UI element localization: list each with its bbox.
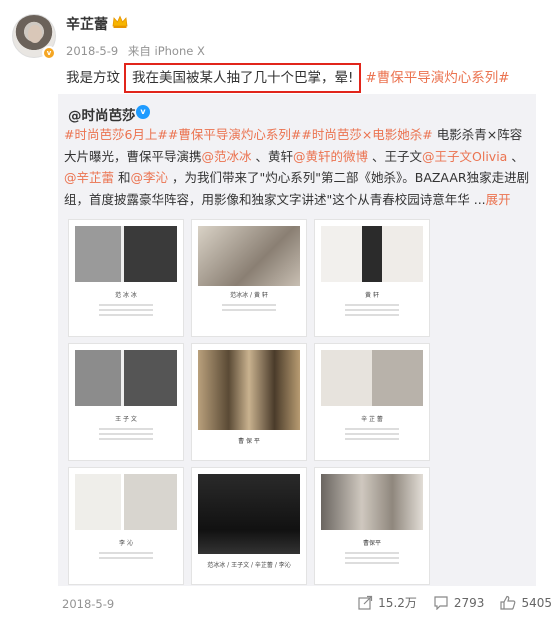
image-thumbnail[interactable]: 范冰冰 / 黄 轩: [191, 219, 307, 337]
image-thumbnail[interactable]: 王 子 文: [68, 343, 184, 461]
crown-icon: [112, 15, 128, 28]
repost-count: 15.2万: [378, 596, 417, 610]
repost-text-part: 和: [114, 170, 131, 185]
repost-badge-label: v: [140, 107, 146, 116]
mention-xinzhilei[interactable]: @辛芷蕾: [64, 170, 114, 185]
image-caption: 范 冰 冰: [115, 292, 137, 299]
text-lines: [345, 428, 399, 443]
line: [345, 433, 399, 435]
line: [99, 438, 153, 440]
avatar-face: [28, 25, 42, 43]
photo: [75, 226, 177, 282]
thumbs-up-icon: [500, 595, 516, 610]
image-caption: 范冰冰 / 王子文 / 辛芷蕾 / 李沁: [207, 562, 291, 569]
photo: [75, 350, 177, 406]
line: [345, 314, 399, 316]
image-thumbnail[interactable]: 黄 轩: [314, 219, 430, 337]
line: [99, 314, 153, 316]
repost-button[interactable]: 15.2万: [358, 594, 417, 611]
image-thumbnail[interactable]: 范 冰 冰: [68, 219, 184, 337]
image-caption: 王 子 文: [115, 416, 137, 423]
repost-text: #时尚芭莎6月上##曹保平导演灼心系列##时尚芭莎×电影她杀# 电影杀青×阵容大…: [64, 124, 534, 210]
image-thumbnail[interactable]: 曹 保 平: [191, 343, 307, 461]
repost-text-part: 、王子文: [368, 148, 423, 164]
repost-text-part: 、黄轩: [251, 148, 294, 164]
mention-huangxuan[interactable]: @黄轩的微博: [293, 149, 368, 164]
post-hashtag[interactable]: #曹保平导演灼心系列#: [365, 70, 509, 86]
line: [99, 309, 153, 311]
share-icon: [358, 595, 373, 610]
image-caption: 曹 保 平: [238, 438, 260, 445]
line: [345, 428, 399, 430]
line: [345, 304, 399, 306]
photo: [198, 474, 300, 554]
comment-icon: [434, 596, 448, 610]
text-lines: [99, 552, 153, 562]
post-text-start: 我是方玟: [66, 70, 120, 86]
mention-fanbingbing[interactable]: @范冰冰: [202, 149, 252, 164]
line: [345, 562, 399, 564]
text-lines: [99, 304, 153, 319]
image-caption: 李 沁: [119, 540, 133, 547]
line: [345, 309, 399, 311]
line: [99, 552, 153, 554]
post-date[interactable]: 2018-5-9: [66, 44, 118, 58]
repost-hashtags[interactable]: #时尚芭莎6月上##曹保平导演灼心系列##时尚芭莎×电影她杀#: [64, 127, 433, 142]
post-meta: 2018-5-9 来自 iPhone X: [66, 43, 211, 59]
image-thumbnail[interactable]: 辛 芷 蕾: [314, 343, 430, 461]
line: [99, 557, 153, 559]
image-caption: 黄 轩: [365, 292, 379, 299]
like-count: 5405: [521, 595, 552, 610]
action-bar: 15.2万 2793 5405: [342, 594, 552, 611]
line: [222, 304, 276, 306]
photo: [75, 474, 177, 530]
expand-link[interactable]: 展开: [486, 192, 511, 207]
photo: [321, 226, 423, 282]
comment-button[interactable]: 2793: [433, 595, 485, 610]
text-lines: [99, 428, 153, 443]
photo: [321, 474, 423, 530]
text-lines: [345, 552, 399, 567]
repost-author[interactable]: @时尚芭莎: [68, 104, 136, 124]
image-caption: 曹保平: [362, 540, 381, 547]
blue-verified-icon: v: [136, 105, 150, 119]
post-text: 我是方玟 我在美国被某人抽了几十个巴掌，晕! #曹保平导演灼心系列#: [66, 63, 510, 93]
comment-count: 2793: [453, 595, 485, 610]
like-button[interactable]: 5405: [500, 595, 552, 610]
text-lines: [345, 304, 399, 319]
highlighted-text: 我在美国被某人抽了几十个巴掌，晕!: [124, 63, 362, 93]
post-source: 来自 iPhone X: [127, 44, 205, 58]
line: [345, 552, 399, 554]
image-thumbnail[interactable]: 李 沁: [68, 467, 184, 585]
line: [345, 438, 399, 440]
line: [99, 304, 153, 306]
repost-date[interactable]: 2018-5-9: [62, 597, 114, 611]
mention-wangziwen[interactable]: @王子文Olivia: [422, 149, 507, 164]
line: [99, 433, 153, 435]
line: [99, 428, 153, 430]
photo: [198, 226, 300, 286]
verified-badge-icon: v: [42, 46, 56, 60]
photo: [321, 350, 423, 406]
user-name[interactable]: 辛芷蕾: [66, 14, 108, 34]
reposted-content: @时尚芭莎 v #时尚芭莎6月上##曹保平导演灼心系列##时尚芭莎×电影她杀# …: [58, 94, 536, 586]
image-thumbnail[interactable]: 范冰冰 / 王子文 / 辛芷蕾 / 李沁: [191, 467, 307, 585]
image-caption: 辛 芷 蕾: [361, 416, 383, 423]
image-caption: 范冰冰 / 黄 轩: [230, 292, 268, 299]
photo: [198, 350, 300, 430]
repost-text-part: 、: [507, 148, 524, 164]
line: [222, 309, 276, 311]
weibo-post: v 辛芷蕾 2018-5-9 来自 iPhone X 我是方玟 我在美国被某人抽了…: [0, 0, 560, 625]
line: [345, 557, 399, 559]
mention-liqin[interactable]: @李沁: [131, 170, 169, 185]
verified-badge-label: v: [46, 48, 52, 57]
image-thumbnail[interactable]: 曹保平: [314, 467, 430, 585]
text-lines: [222, 304, 276, 314]
